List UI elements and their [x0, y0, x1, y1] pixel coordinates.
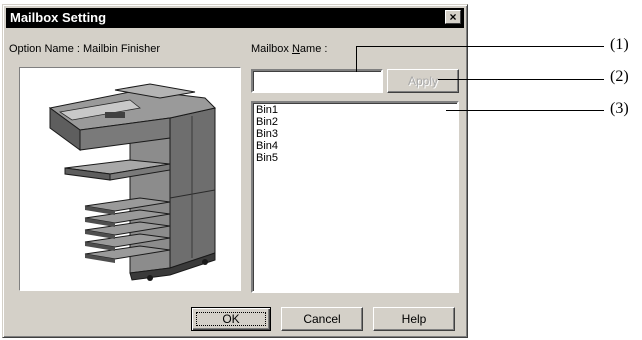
dialog-title: Mailbox Setting	[10, 10, 107, 25]
callout-leader-1-drop	[356, 46, 357, 72]
option-name-label: Option Name : Mailbin Finisher	[9, 43, 161, 55]
callout-label-2: (2)	[610, 68, 629, 85]
page: Mailbox Setting × Option Name : Mailbin …	[0, 0, 642, 340]
callout-leader-2	[438, 79, 604, 80]
mailbox-name-label-suffix: ame :	[299, 43, 328, 55]
apply-button[interactable]: Apply	[387, 69, 459, 93]
ok-button[interactable]: OK	[191, 307, 271, 331]
mailbox-name-label: Mailbox Name :	[251, 43, 327, 56]
mailbox-setting-dialog: Mailbox Setting × Option Name : Mailbin …	[2, 4, 468, 338]
ok-button-label: OK	[222, 312, 240, 326]
mailbox-name-input[interactable]	[251, 69, 383, 93]
help-button[interactable]: Help	[373, 307, 455, 331]
bin-list-item[interactable]: Bin3	[256, 128, 454, 140]
title-bar[interactable]: Mailbox Setting ×	[6, 8, 464, 28]
mailbin-finisher-illustration	[48, 83, 216, 281]
close-icon: ×	[449, 10, 457, 24]
bin-list-item[interactable]: Bin4	[256, 140, 454, 152]
callout-leader-1	[356, 46, 604, 47]
printer-image-frame	[19, 67, 241, 291]
bin-list-item[interactable]: Bin2	[256, 116, 454, 128]
callout-leader-3	[446, 110, 604, 111]
bin-list-item[interactable]: Bin5	[256, 152, 454, 164]
close-button[interactable]: ×	[445, 10, 461, 24]
mailbox-name-label-prefix: Mailbox	[251, 43, 292, 55]
cancel-button[interactable]: Cancel	[281, 307, 363, 331]
callout-label-1: (1)	[610, 36, 629, 53]
mailbox-name-label-accel: N	[291, 43, 300, 55]
bin-list[interactable]: Bin1 Bin2 Bin3 Bin4 Bin5	[251, 101, 459, 293]
bin-list-item[interactable]: Bin1	[256, 104, 454, 116]
callout-label-3: (3)	[610, 100, 629, 117]
